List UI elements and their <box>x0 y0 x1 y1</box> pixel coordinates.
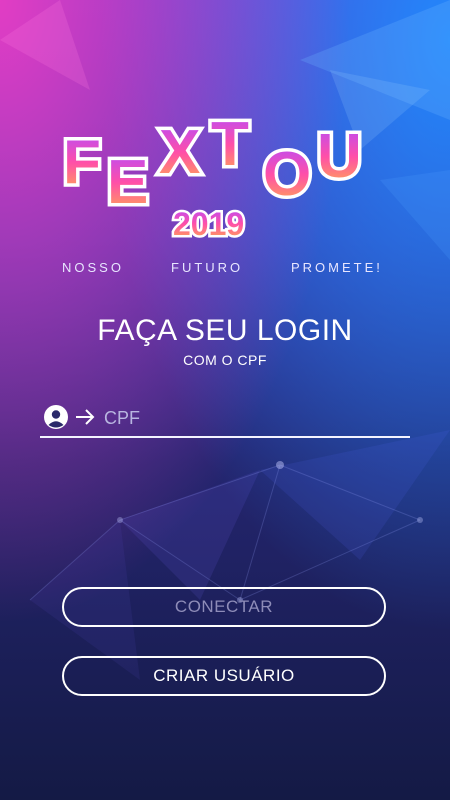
tagline-word: FUTURO <box>171 260 244 275</box>
tagline-word: NOSSO <box>62 260 124 275</box>
fextou-logo: F E X T O U 2019 <box>60 107 366 245</box>
svg-text:F: F <box>63 128 101 197</box>
tagline-word: PROMETE! <box>291 260 383 275</box>
svg-text:2019: 2019 <box>173 206 244 242</box>
cpf-input[interactable] <box>102 403 406 433</box>
user-icon <box>44 405 68 429</box>
svg-text:T: T <box>211 110 249 179</box>
arrow-right-icon <box>76 409 95 425</box>
svg-text:X: X <box>159 118 200 187</box>
tagline: NOSSO FUTURO PROMETE! <box>0 260 450 278</box>
cpf-field[interactable] <box>40 400 410 438</box>
login-subtitle: COM O CPF <box>183 352 267 368</box>
create-user-button[interactable]: CRIAR USUÁRIO <box>62 656 386 696</box>
svg-text:U: U <box>317 122 362 191</box>
connect-button[interactable]: CONECTAR <box>62 587 386 627</box>
svg-text:O: O <box>263 140 311 209</box>
login-title: FAÇA SEU LOGIN <box>97 314 353 347</box>
svg-text:E: E <box>107 148 148 217</box>
